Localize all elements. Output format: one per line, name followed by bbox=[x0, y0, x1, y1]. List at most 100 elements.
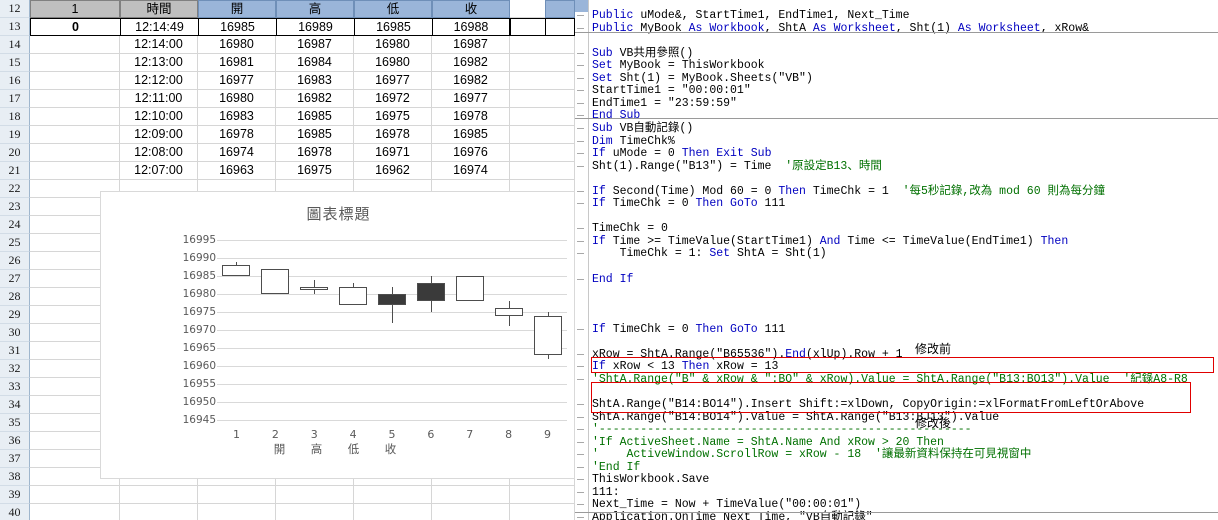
row-header[interactable]: 32 bbox=[0, 360, 30, 378]
vba-code-pane[interactable]: Public uMode&, StartTime1, EndTime1, Nex… bbox=[575, 0, 1218, 520]
cell-f[interactable]: 16974 bbox=[432, 162, 510, 180]
cell-c[interactable]: 16974 bbox=[198, 144, 276, 162]
cell-d[interactable]: 16985 bbox=[276, 108, 354, 126]
cell-empty[interactable] bbox=[354, 486, 432, 504]
row-header[interactable]: 23 bbox=[0, 198, 30, 216]
cell-a[interactable] bbox=[30, 90, 120, 108]
row-header[interactable]: 28 bbox=[0, 288, 30, 306]
cell-d[interactable]: 16987 bbox=[276, 36, 354, 54]
cell-e[interactable]: 16972 bbox=[354, 90, 432, 108]
row-header[interactable]: 18 bbox=[0, 108, 30, 126]
cell-b[interactable]: 12:13:00 bbox=[120, 54, 198, 72]
cell-c[interactable]: 16963 bbox=[198, 162, 276, 180]
row-header[interactable]: 20 bbox=[0, 144, 30, 162]
cell-b[interactable]: 12:09:00 bbox=[120, 126, 198, 144]
cell-empty[interactable] bbox=[510, 90, 575, 108]
cell-empty[interactable] bbox=[354, 504, 432, 520]
cell-f[interactable]: 16988 bbox=[432, 18, 510, 36]
code-line[interactable]: Public MyBook As Workbook, ShtA As Works… bbox=[592, 21, 1089, 36]
cell-b[interactable]: 12:12:00 bbox=[120, 72, 198, 90]
spreadsheet-pane[interactable]: 12 1 時間開高低收 13 0 12:14:49 16985 16989 16985 16988… bbox=[0, 0, 575, 520]
cell-e[interactable]: 16977 bbox=[354, 72, 432, 90]
cell-c[interactable]: 16978 bbox=[198, 126, 276, 144]
cell-f[interactable]: 16987 bbox=[432, 36, 510, 54]
column-header-c[interactable]: 開 bbox=[198, 0, 276, 18]
code-line[interactable]: End If bbox=[592, 272, 633, 287]
row-header[interactable]: 35 bbox=[0, 414, 30, 432]
cell-d[interactable]: 16984 bbox=[276, 54, 354, 72]
row-header[interactable]: 12 bbox=[0, 0, 30, 18]
row-header[interactable]: 30 bbox=[0, 324, 30, 342]
cell-empty[interactable] bbox=[510, 54, 575, 72]
cell-empty[interactable] bbox=[30, 504, 120, 520]
cell-empty[interactable] bbox=[510, 162, 575, 180]
code-line[interactable]: Sht(1).Range("B13") = Time '原設定B13、時間 bbox=[592, 159, 882, 174]
row-header[interactable]: 36 bbox=[0, 432, 30, 450]
cell-c[interactable]: 16981 bbox=[198, 54, 276, 72]
table-row[interactable]: 20 12:08:00 16974 16978 16971 16976 bbox=[0, 144, 575, 162]
row-header[interactable]: 24 bbox=[0, 216, 30, 234]
cell-f[interactable]: 16985 bbox=[432, 126, 510, 144]
cell-b[interactable]: 12:07:00 bbox=[120, 162, 198, 180]
table-row[interactable]: 21 12:07:00 16963 16975 16962 16974 bbox=[0, 162, 575, 180]
cell-f[interactable]: 16976 bbox=[432, 144, 510, 162]
cell-e[interactable]: 16978 bbox=[354, 126, 432, 144]
cell-e[interactable]: 16980 bbox=[354, 54, 432, 72]
cell-empty[interactable] bbox=[510, 486, 575, 504]
column-header-a[interactable]: 1 bbox=[30, 0, 120, 18]
code-line[interactable]: TimeChk = 1: Set ShtA = Sht(1) bbox=[592, 246, 827, 261]
cell-a[interactable] bbox=[30, 72, 120, 90]
cell-empty[interactable] bbox=[510, 72, 575, 90]
row-header[interactable]: 27 bbox=[0, 270, 30, 288]
table-row[interactable]: 12 1 時間開高低收 bbox=[0, 0, 575, 18]
cell-empty[interactable] bbox=[198, 486, 276, 504]
cell-c[interactable]: 16977 bbox=[198, 72, 276, 90]
column-header-e[interactable]: 低 bbox=[354, 0, 432, 18]
table-row[interactable]: 15 12:13:00 16981 16984 16980 16982 bbox=[0, 54, 575, 72]
cell-e[interactable]: 16975 bbox=[354, 108, 432, 126]
cell-empty[interactable] bbox=[510, 108, 575, 126]
cell-e[interactable]: 16980 bbox=[354, 36, 432, 54]
row-header[interactable]: 40 bbox=[0, 504, 30, 520]
cell-empty[interactable] bbox=[432, 486, 510, 504]
cell-empty[interactable] bbox=[198, 504, 276, 520]
cell-e[interactable]: 16971 bbox=[354, 144, 432, 162]
cell-d[interactable]: 16983 bbox=[276, 72, 354, 90]
table-row[interactable]: 18 12:10:00 16983 16985 16975 16978 bbox=[0, 108, 575, 126]
cell-a[interactable] bbox=[30, 162, 120, 180]
cell-e[interactable]: 16962 bbox=[354, 162, 432, 180]
code-margin-indicator-bar[interactable] bbox=[575, 0, 589, 520]
cell-b[interactable]: 12:14:00 bbox=[120, 36, 198, 54]
partial-header-cell[interactable] bbox=[545, 0, 575, 18]
row-header[interactable]: 15 bbox=[0, 54, 30, 72]
cell-c[interactable]: 16980 bbox=[198, 36, 276, 54]
cell-f[interactable]: 16982 bbox=[432, 54, 510, 72]
row-header[interactable]: 38 bbox=[0, 468, 30, 486]
cell-a[interactable] bbox=[30, 36, 120, 54]
table-row[interactable]: 14 12:14:00 16980 16987 16980 16987 bbox=[0, 36, 575, 54]
row-header[interactable]: 37 bbox=[0, 450, 30, 468]
cell-b[interactable]: 12:14:49 bbox=[120, 18, 198, 36]
row-header[interactable]: 25 bbox=[0, 234, 30, 252]
column-header-b[interactable]: 時間 bbox=[120, 0, 198, 18]
cell-f[interactable]: 16978 bbox=[432, 108, 510, 126]
table-row[interactable]: 39 bbox=[0, 486, 575, 504]
cell-empty[interactable] bbox=[276, 504, 354, 520]
table-row[interactable]: 17 12:11:00 16980 16982 16972 16977 bbox=[0, 90, 575, 108]
cell-empty[interactable] bbox=[510, 36, 575, 54]
row-header[interactable]: 17 bbox=[0, 90, 30, 108]
cell-d[interactable]: 16982 bbox=[276, 90, 354, 108]
cell-f[interactable]: 16982 bbox=[432, 72, 510, 90]
column-header-f[interactable]: 收 bbox=[432, 0, 510, 18]
row-header[interactable]: 26 bbox=[0, 252, 30, 270]
cell-empty[interactable] bbox=[510, 144, 575, 162]
code-line[interactable]: ' ActiveWindow.ScrollRow = xRow - 18 '讓最… bbox=[592, 447, 1031, 462]
cell-a[interactable]: 0 bbox=[30, 18, 120, 36]
cell-b[interactable]: 12:11:00 bbox=[120, 90, 198, 108]
cell-empty[interactable] bbox=[30, 486, 120, 504]
code-line[interactable]: If TimeChk = 0 Then GoTo 111 bbox=[592, 196, 785, 211]
cell-c[interactable]: 16980 bbox=[198, 90, 276, 108]
partial-data-cell[interactable] bbox=[545, 18, 575, 36]
cell-f[interactable]: 16977 bbox=[432, 90, 510, 108]
row-header[interactable]: 29 bbox=[0, 306, 30, 324]
